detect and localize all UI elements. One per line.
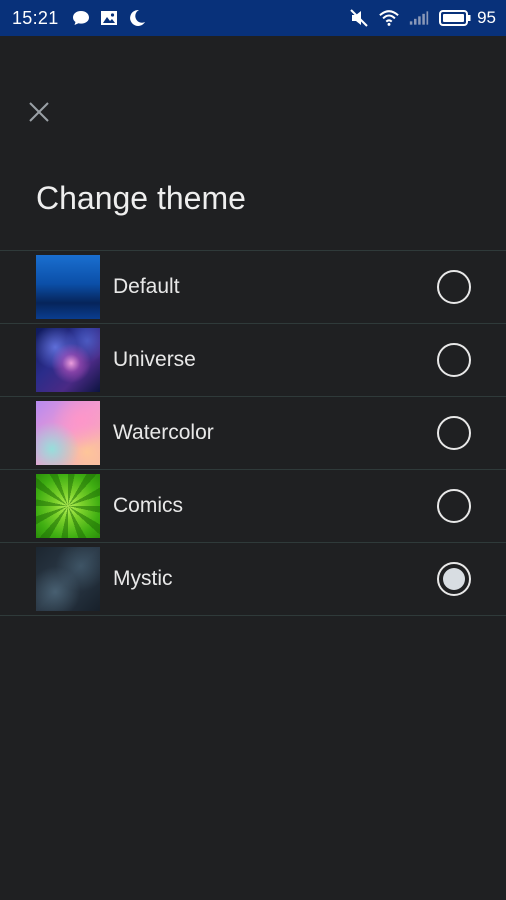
radio-button-universe[interactable] bbox=[437, 343, 471, 377]
radio-button-mystic[interactable] bbox=[437, 562, 471, 596]
theme-option-comics[interactable]: Comics bbox=[0, 470, 506, 543]
radio-button-comics[interactable] bbox=[437, 489, 471, 523]
mute-icon bbox=[349, 8, 369, 28]
theme-label: Universe bbox=[113, 348, 196, 371]
theme-thumbnail-default bbox=[36, 255, 100, 319]
theme-label: Mystic bbox=[113, 567, 173, 590]
radio-button-default[interactable] bbox=[437, 270, 471, 304]
theme-list: Default Universe Watercolor Comics Mysti… bbox=[0, 250, 506, 616]
image-icon bbox=[99, 8, 119, 28]
radio-selected-dot bbox=[443, 568, 465, 590]
theme-option-watercolor[interactable]: Watercolor bbox=[0, 397, 506, 470]
theme-label: Watercolor bbox=[113, 421, 214, 444]
battery-level: 95 bbox=[477, 8, 496, 27]
radio-button-watercolor[interactable] bbox=[437, 416, 471, 450]
battery-icon bbox=[439, 8, 471, 28]
theme-option-mystic[interactable]: Mystic bbox=[0, 543, 506, 616]
moon-icon bbox=[127, 8, 147, 28]
close-icon bbox=[28, 101, 50, 128]
theme-option-default[interactable]: Default bbox=[0, 251, 506, 324]
theme-thumbnail-universe bbox=[36, 328, 100, 392]
status-left: 15:21 bbox=[12, 8, 147, 29]
theme-thumbnail-watercolor bbox=[36, 401, 100, 465]
signal-icon bbox=[409, 8, 429, 28]
theme-label: Default bbox=[113, 275, 180, 298]
theme-label: Comics bbox=[113, 494, 184, 517]
status-time: 15:21 bbox=[12, 7, 59, 28]
theme-thumbnail-mystic bbox=[36, 547, 100, 611]
status-bar: 15:21 95 bbox=[0, 0, 506, 36]
status-right: 95 bbox=[349, 8, 496, 28]
theme-thumbnail-comics bbox=[36, 474, 100, 538]
page-title: Change theme bbox=[36, 180, 246, 216]
theme-option-universe[interactable]: Universe bbox=[0, 324, 506, 397]
wifi-icon bbox=[379, 8, 399, 28]
close-button[interactable] bbox=[24, 99, 54, 129]
chat-bubble-icon bbox=[71, 8, 91, 28]
